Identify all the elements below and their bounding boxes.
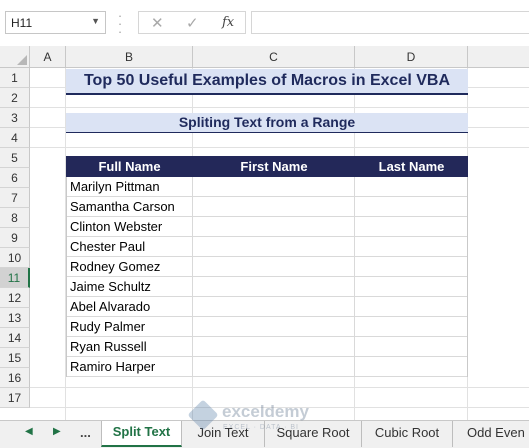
tab-join-text[interactable]: Join Text [182, 421, 265, 447]
next-sheet-icon[interactable]: ▶ [53, 426, 61, 437]
sheet-subtitle[interactable]: Spliting Text from a Range [66, 113, 468, 133]
drag-handle-icon[interactable]: · · · [117, 9, 123, 38]
first-name-cell[interactable] [193, 277, 355, 296]
column-header-a[interactable]: A [30, 46, 66, 68]
row-header[interactable]: 12 [0, 288, 30, 308]
name-box-value: H11 [11, 16, 33, 30]
full-name-cell[interactable]: Marilyn Pittman [67, 177, 193, 196]
sheet-tab-bar: ◀ ▶ ... Split Text Join Text Square Root… [0, 420, 529, 448]
row-header[interactable]: 7 [0, 188, 30, 208]
full-name-cell[interactable]: Ramiro Harper [67, 357, 193, 376]
full-name-cell[interactable]: Abel Alvarado [67, 297, 193, 316]
table-body: Marilyn Pittman Samantha Carson Clinton … [66, 177, 468, 377]
last-name-cell[interactable] [355, 177, 467, 196]
full-name-cell[interactable]: Clinton Webster [67, 217, 193, 236]
full-name-cell[interactable]: Chester Paul [67, 237, 193, 256]
first-name-cell[interactable] [193, 357, 355, 376]
tab-cubic-root[interactable]: Cubic Root [362, 421, 453, 447]
chevron-down-icon[interactable]: ▼ [91, 16, 100, 26]
tab-odd-even[interactable]: Odd Even [453, 421, 529, 447]
last-name-cell[interactable] [355, 277, 467, 296]
last-name-cell[interactable] [355, 317, 467, 336]
last-name-cell[interactable] [355, 217, 467, 236]
row-header[interactable]: 10 [0, 248, 30, 268]
first-name-cell[interactable] [193, 177, 355, 196]
first-name-cell[interactable] [193, 257, 355, 276]
table-header: Full Name First Name Last Name [66, 156, 468, 177]
last-name-cell[interactable] [355, 197, 467, 216]
tab-split-text[interactable]: Split Text [101, 421, 182, 447]
insert-function-icon[interactable]: fx [222, 15, 234, 30]
first-name-cell[interactable] [193, 337, 355, 356]
first-name-cell[interactable] [193, 317, 355, 336]
first-name-cell[interactable] [193, 297, 355, 316]
row-header[interactable]: 2 [0, 88, 30, 108]
row-header[interactable]: 15 [0, 348, 30, 368]
full-name-cell[interactable]: Samantha Carson [67, 197, 193, 216]
last-name-cell[interactable] [355, 237, 467, 256]
full-name-cell[interactable]: Rudy Palmer [67, 317, 193, 336]
first-name-cell[interactable] [193, 197, 355, 216]
header-full-name[interactable]: Full Name [66, 156, 193, 177]
row-header[interactable]: 6 [0, 168, 30, 188]
table-row: Ramiro Harper [67, 357, 467, 377]
gridline [30, 147, 529, 148]
row-header[interactable]: 13 [0, 308, 30, 328]
full-name-cell[interactable]: Rodney Gomez [67, 257, 193, 276]
row-header[interactable]: 16 [0, 368, 30, 388]
formula-buttons: ✕ ✓ fx [138, 11, 246, 34]
full-name-cell[interactable]: Jaime Schultz [67, 277, 193, 296]
column-header-e[interactable] [468, 46, 529, 68]
column-header-c[interactable]: C [193, 46, 355, 68]
more-sheets-button[interactable]: ... [80, 425, 91, 440]
table-row: Rodney Gomez [67, 257, 467, 277]
prev-sheet-icon[interactable]: ◀ [25, 426, 33, 437]
column-header-b[interactable]: B [66, 46, 193, 68]
table-row: Ryan Russell [67, 337, 467, 357]
first-name-cell[interactable] [193, 217, 355, 236]
first-name-cell[interactable] [193, 237, 355, 256]
formula-bar: H11 ▼ · · · ✕ ✓ fx [0, 0, 529, 46]
row-header[interactable]: 14 [0, 328, 30, 348]
row-header-selected[interactable]: 11 [0, 268, 30, 288]
column-header-d[interactable]: D [355, 46, 468, 68]
header-last-name[interactable]: Last Name [355, 156, 468, 177]
row-header[interactable]: 8 [0, 208, 30, 228]
gridline [30, 407, 529, 408]
table-row: Marilyn Pittman [67, 177, 467, 197]
header-first-name[interactable]: First Name [193, 156, 355, 177]
table-row: Jaime Schultz [67, 277, 467, 297]
table-row: Chester Paul [67, 237, 467, 257]
row-header[interactable]: 1 [0, 68, 30, 88]
row-header[interactable]: 5 [0, 148, 30, 168]
cancel-icon[interactable]: ✕ [151, 14, 164, 32]
row-header[interactable]: 17 [0, 388, 30, 408]
sheet-title[interactable]: Top 50 Useful Examples of Macros in Exce… [66, 69, 468, 95]
full-name-cell[interactable]: Ryan Russell [67, 337, 193, 356]
last-name-cell[interactable] [355, 357, 467, 376]
table-row: Rudy Palmer [67, 317, 467, 337]
name-box[interactable]: H11 ▼ [5, 11, 106, 34]
worksheet-grid[interactable]: A B C D 1 2 3 4 5 6 7 8 9 10 11 12 13 14… [0, 46, 529, 420]
table-row: Clinton Webster [67, 217, 467, 237]
table-row: Samantha Carson [67, 197, 467, 217]
row-header[interactable]: 4 [0, 128, 30, 148]
formula-input[interactable] [251, 11, 529, 34]
last-name-cell[interactable] [355, 297, 467, 316]
row-header[interactable]: 3 [0, 108, 30, 128]
last-name-cell[interactable] [355, 337, 467, 356]
select-all-button[interactable] [0, 46, 30, 68]
table-row: Abel Alvarado [67, 297, 467, 317]
enter-icon[interactable]: ✓ [186, 14, 199, 32]
row-header[interactable]: 9 [0, 228, 30, 248]
tab-square-root[interactable]: Square Root [265, 421, 362, 447]
last-name-cell[interactable] [355, 257, 467, 276]
gridline [30, 107, 529, 108]
gridline [30, 387, 529, 388]
